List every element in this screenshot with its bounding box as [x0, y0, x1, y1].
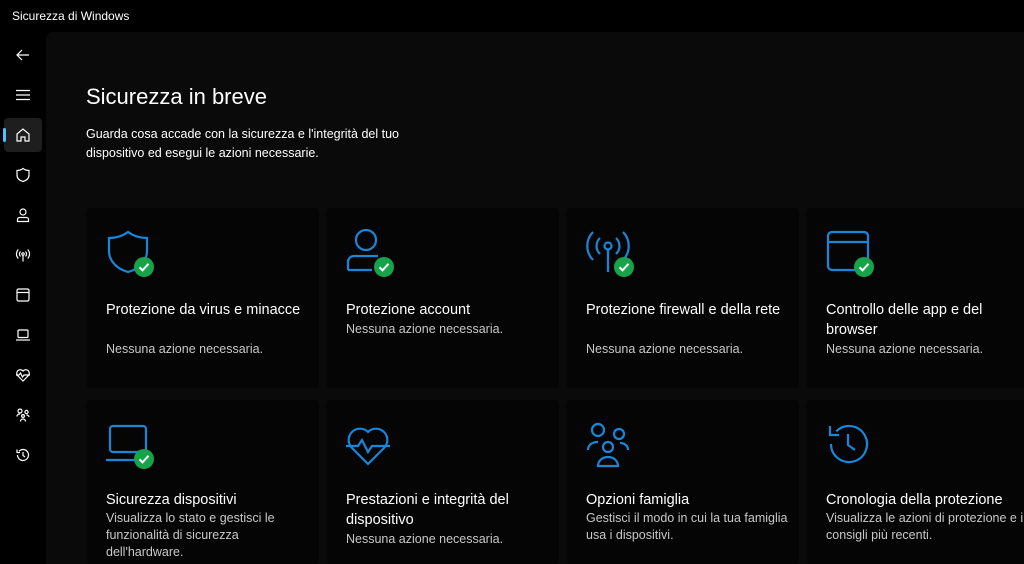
menu-button[interactable] — [4, 78, 42, 112]
check-icon — [614, 257, 634, 277]
card-status: Nessuna azione necessaria. — [106, 342, 264, 356]
card-status: Gestisci il modo in cui la tua famiglia … — [586, 511, 788, 542]
card-status: Nessuna azione necessaria. — [346, 322, 504, 336]
sidebar-item-account[interactable] — [4, 198, 42, 232]
wireless-icon — [15, 249, 31, 262]
page-title: Sicurezza in breve — [86, 84, 267, 109]
card-status: Visualizza lo stato e gestisci le funzio… — [106, 511, 275, 559]
sidebar-item-virus-protection[interactable] — [4, 158, 42, 192]
back-button[interactable] — [4, 38, 42, 72]
card-title: Controllo delle app e del browser — [826, 302, 983, 338]
card-status: Nessuna azione necessaria. — [586, 342, 744, 356]
history-icon — [16, 448, 30, 462]
sidebar — [0, 32, 46, 564]
card-status: Visualizza le azioni di protezione e i c… — [826, 511, 1024, 542]
card-app-browser-control[interactable]: Controllo delle app e del browser Nessun… — [806, 208, 1024, 388]
shield-icon — [16, 167, 30, 183]
hamburger-menu-icon — [16, 89, 30, 101]
card-protection-history[interactable]: Cronologia della protezione Visualizza l… — [806, 400, 1024, 564]
card-title: Protezione da virus e minacce — [106, 302, 301, 318]
card-device-security[interactable]: Sicurezza dispositivi Visualizza lo stat… — [86, 400, 319, 564]
card-device-performance[interactable]: Prestazioni e integrità del dispositivo … — [326, 400, 559, 564]
sidebar-item-home[interactable] — [3, 118, 42, 152]
heart-pulse-icon — [346, 427, 390, 466]
sidebar-item-performance[interactable] — [4, 358, 42, 392]
sidebar-item-history[interactable] — [4, 438, 42, 472]
history-icon — [828, 424, 869, 464]
card-title: Cronologia della protezione — [826, 492, 1003, 508]
back-arrow-icon — [16, 49, 29, 61]
app-browser-icon — [16, 288, 30, 302]
person-icon — [16, 208, 30, 223]
page-description: Guarda cosa accade con la sicurezza e l'… — [86, 127, 399, 160]
sidebar-item-app-browser[interactable] — [4, 278, 42, 312]
card-status: Nessuna azione necessaria. — [826, 342, 984, 356]
main-content: Sicurezza in breve Guarda cosa accade co… — [46, 32, 1024, 564]
title-bar: Sicurezza di Windows — [0, 0, 1024, 32]
sidebar-item-firewall[interactable] — [4, 238, 42, 272]
card-firewall-protection[interactable]: Protezione firewall e della rete Nessuna… — [566, 208, 799, 388]
check-icon — [374, 257, 394, 277]
card-title: Sicurezza dispositivi — [106, 492, 237, 508]
check-icon — [134, 257, 154, 277]
sidebar-item-device-security[interactable] — [4, 318, 42, 352]
family-icon — [16, 408, 30, 422]
card-account-protection[interactable]: Protezione account Nessuna azione necess… — [326, 208, 559, 388]
sidebar-item-family[interactable] — [4, 398, 42, 432]
card-family-options[interactable]: Opzioni famiglia Gestisci il modo in cui… — [566, 400, 799, 564]
card-status: Nessuna azione necessaria. — [346, 532, 504, 546]
check-icon — [134, 449, 154, 469]
card-title: Protezione account — [346, 302, 471, 318]
card-title: Prestazioni e integrità del dispositivo — [346, 492, 509, 528]
card-title: Opzioni famiglia — [586, 492, 690, 508]
window-title: Sicurezza di Windows — [12, 9, 130, 23]
card-virus-protection[interactable]: Protezione da virus e minacce Nessuna az… — [86, 208, 319, 388]
card-title: Protezione firewall e della rete — [586, 302, 781, 318]
laptop-icon — [16, 329, 30, 341]
heart-pulse-icon — [16, 369, 30, 382]
check-icon — [854, 257, 874, 277]
home-icon — [16, 128, 30, 142]
family-icon — [586, 422, 630, 468]
